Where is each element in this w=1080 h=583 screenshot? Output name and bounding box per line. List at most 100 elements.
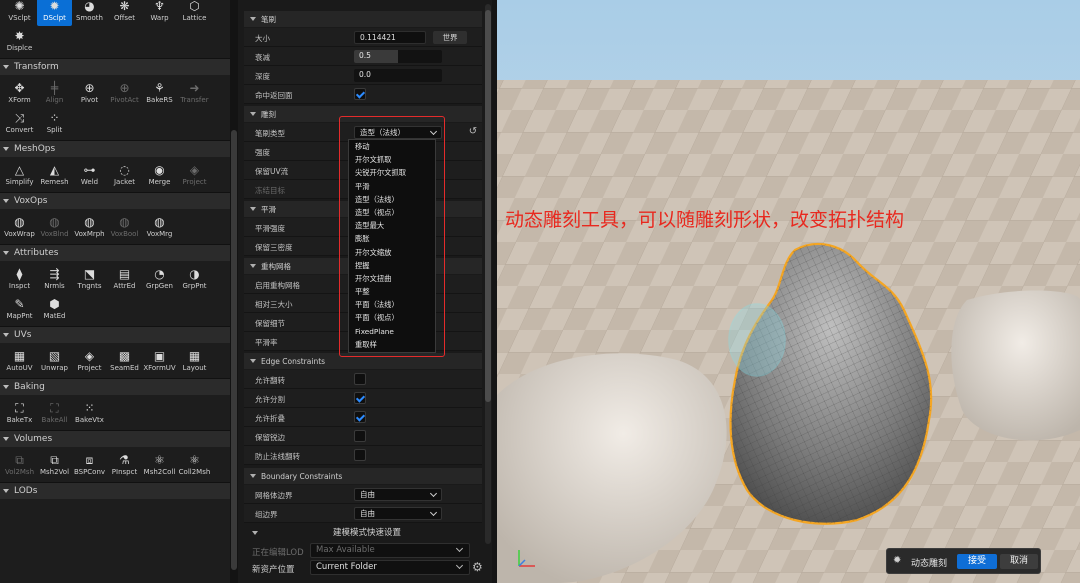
- hit-back-faces-checkbox[interactable]: [354, 88, 366, 100]
- category-voxops[interactable]: VoxOps: [0, 192, 230, 209]
- baking-tool-row: ⛶ BakeTx ⛶ BakeAll ⁙ BakeVtx: [0, 395, 230, 430]
- tool-voxblnd[interactable]: ◍ VoxBlnd: [37, 212, 72, 242]
- tool-pivotact[interactable]: ⊕ PivotAct: [107, 78, 142, 108]
- tool-bspconv[interactable]: ⧈ BSPConv: [72, 450, 107, 480]
- accept-button[interactable]: 接受: [957, 554, 997, 569]
- tool-coll2msh[interactable]: ⚛ Coll2Msh: [177, 450, 212, 480]
- section-boundary-constraints[interactable]: Boundary Constraints: [244, 468, 482, 484]
- tool-tngnts[interactable]: ⬔ Tngnts: [72, 264, 107, 294]
- tool-msh2vol[interactable]: ⧉ Msh2Vol: [37, 450, 72, 480]
- tool-weld[interactable]: ⊶ Weld: [72, 160, 107, 190]
- tool-bakevtx[interactable]: ⁙ BakeVtx: [72, 398, 107, 428]
- collapse-arrow-icon: [3, 489, 9, 493]
- tool-mated[interactable]: ⬢ MatEd: [37, 294, 72, 324]
- tool-seamed[interactable]: ▩ SeamEd: [107, 346, 142, 376]
- allow-split-checkbox[interactable]: [354, 392, 366, 404]
- tool-lattice[interactable]: ⬡ Lattice: [177, 0, 212, 26]
- tool-merge[interactable]: ◉ Merge: [142, 160, 177, 190]
- tool-transfer[interactable]: ➜ Transfer: [177, 78, 212, 108]
- depth-slider[interactable]: 0.0: [354, 69, 442, 82]
- tool-msh2coll[interactable]: ⚛ Msh2Coll: [142, 450, 177, 480]
- tool-baketx[interactable]: ⛶ BakeTx: [2, 398, 37, 428]
- transform-tool-row: ✥ XForm ╪ Align ⊕ Pivot ⊕ PivotAct ⚘ BakeRS ➜…: [0, 75, 230, 140]
- world-button[interactable]: 世界: [433, 31, 467, 44]
- tool-mappnt[interactable]: ✎ MapPnt: [2, 294, 37, 324]
- tool-pinspct[interactable]: ⚗ PInspct: [107, 450, 142, 480]
- chevron-down-icon: [455, 561, 464, 570]
- tool-remesh[interactable]: ◭ Remesh: [37, 160, 72, 190]
- tool-align[interactable]: ╪ Align: [37, 78, 72, 108]
- asset-location-select[interactable]: Current Folder: [310, 560, 470, 575]
- uv-project-icon: ◈: [84, 348, 95, 363]
- tool-attred[interactable]: ▤ AttrEd: [107, 264, 142, 294]
- tool-dsclpt[interactable]: ✹ DSclpt: [37, 0, 72, 26]
- category-baking[interactable]: Baking: [0, 378, 230, 395]
- tool-autouv[interactable]: ▦ AutoUV: [2, 346, 37, 376]
- palette-scrollbar[interactable]: [230, 0, 238, 583]
- collapse-arrow-icon: [3, 437, 9, 441]
- falloff-slider[interactable]: 0.5: [354, 50, 442, 63]
- tool-grpgen[interactable]: ◔ GrpGen: [142, 264, 177, 294]
- category-attributes[interactable]: Attributes: [0, 244, 230, 261]
- 3d-viewport[interactable]: 动态雕刻工具，可以随雕刻形状，改变拓扑结构 ✹ 动态雕刻 接受 取消: [497, 0, 1080, 583]
- viewport-scene: [497, 0, 1080, 583]
- collapse-arrow-icon: [3, 147, 9, 151]
- quick-settings-header[interactable]: 建模模式快速设置: [244, 526, 490, 541]
- mesh-to-volume-icon: ⧉: [50, 452, 59, 467]
- tool-pivot[interactable]: ⊕ Pivot: [72, 78, 107, 108]
- chevron-down-icon: [455, 544, 464, 553]
- tool-split[interactable]: ⁘ Split: [37, 108, 72, 138]
- tool-voxmrph[interactable]: ◍ VoxMrph: [72, 212, 107, 242]
- tool-voxwrap[interactable]: ◍ VoxWrap: [2, 212, 37, 242]
- category-transform[interactable]: Transform: [0, 58, 230, 75]
- tool-layout[interactable]: ▦ Layout: [177, 346, 212, 376]
- tool-vsclpt[interactable]: ✺ VSclpt: [2, 0, 37, 26]
- brush-cursor: [728, 303, 786, 377]
- row-brush-size: 大小 0.114421 世界: [244, 28, 482, 47]
- tool-inspct[interactable]: ⧫ Inspct: [2, 264, 37, 294]
- tool-jacket[interactable]: ◌ Jacket: [107, 160, 142, 190]
- tool-uv-project[interactable]: ◈ Project: [72, 346, 107, 376]
- tool-voxbool[interactable]: ◍ VoxBool: [107, 212, 142, 242]
- category-volumes[interactable]: Volumes: [0, 430, 230, 447]
- collapse-arrow-icon: [3, 199, 9, 203]
- tool-simplify[interactable]: △ Simplify: [2, 160, 37, 190]
- bake-all-icon: ⛶: [50, 400, 59, 415]
- reset-icon[interactable]: ↺: [466, 125, 480, 139]
- tool-xformuv[interactable]: ▣ XFormUV: [142, 346, 177, 376]
- allow-flip-checkbox[interactable]: [354, 373, 366, 385]
- tool-project[interactable]: ◈ Project: [177, 160, 212, 190]
- tool-nrmls[interactable]: ⇶ Nrmls: [37, 264, 72, 294]
- prevent-normal-flip-checkbox[interactable]: [354, 449, 366, 461]
- tool-grppnt[interactable]: ◑ GrpPnt: [177, 264, 212, 294]
- tool-voxmrg[interactable]: ◍ VoxMrg: [142, 212, 177, 242]
- category-uvs[interactable]: UVs: [0, 326, 230, 343]
- tool-bakers[interactable]: ⚘ BakeRS: [142, 78, 177, 108]
- tool-unwrap[interactable]: ▧ Unwrap: [37, 346, 72, 376]
- tool-warp[interactable]: ♆ Warp: [142, 0, 177, 26]
- gear-icon[interactable]: ⚙: [472, 560, 483, 574]
- uvs-tool-row: ▦ AutoUV ▧ Unwrap ◈ Project ▩ SeamEd ▣ XFormU…: [0, 343, 230, 378]
- palette-scroll-thumb[interactable]: [231, 130, 237, 570]
- mesh-boundary-combo[interactable]: 自由: [354, 488, 442, 501]
- cancel-button[interactable]: 取消: [1000, 554, 1038, 569]
- offset-icon: ❋: [119, 0, 130, 13]
- allow-collapse-checkbox[interactable]: [354, 411, 366, 423]
- category-lods[interactable]: LODs: [0, 482, 230, 499]
- weld-icon: ⊶: [83, 162, 96, 177]
- group-boundary-combo[interactable]: 自由: [354, 507, 442, 520]
- tool-xform[interactable]: ✥ XForm: [2, 78, 37, 108]
- lod-select[interactable]: Max Available: [310, 543, 470, 558]
- tool-displace[interactable]: ✸ Displce: [2, 26, 37, 56]
- keep-sharp-checkbox[interactable]: [354, 430, 366, 442]
- tool-smooth[interactable]: ◕ Smooth: [72, 0, 107, 26]
- normals-icon: ⇶: [49, 266, 60, 281]
- tool-bakeall[interactable]: ⛶ BakeAll: [37, 398, 72, 428]
- tool-vol2msh[interactable]: ⧉ Vol2Msh: [2, 450, 37, 480]
- section-brush[interactable]: 笔刷: [244, 11, 482, 27]
- brush-size-input[interactable]: 0.114421: [354, 31, 426, 44]
- collapse-arrow-icon: [250, 474, 256, 478]
- category-meshops[interactable]: MeshOps: [0, 140, 230, 157]
- tool-convert[interactable]: ⤨ Convert: [2, 108, 37, 138]
- tool-offset[interactable]: ❋ Offset: [107, 0, 142, 26]
